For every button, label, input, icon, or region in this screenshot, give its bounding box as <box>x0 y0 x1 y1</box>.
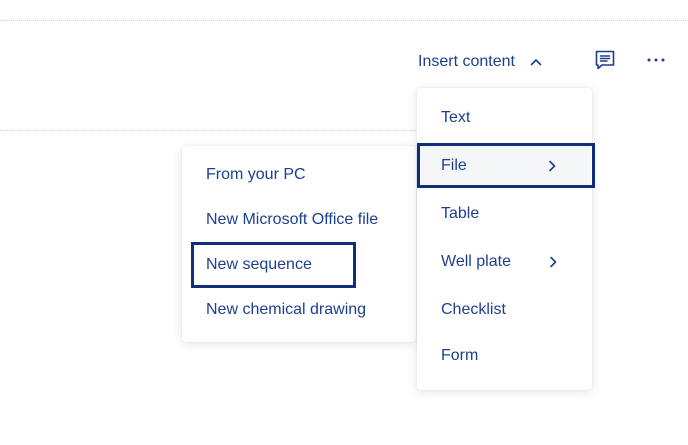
menu-item-label: Well plate <box>441 253 511 270</box>
menu-item-checklist[interactable]: Checklist <box>417 288 592 332</box>
submenu-item-new-office-file[interactable]: New Microsoft Office file <box>182 200 416 240</box>
file-submenu: From your PC New Microsoft Office file N… <box>182 146 416 342</box>
content-divider <box>0 130 418 131</box>
top-divider <box>0 20 688 21</box>
chevron-right-icon <box>546 255 560 269</box>
menu-item-text[interactable]: Text <box>417 96 592 140</box>
submenu-item-label: New chemical drawing <box>206 301 367 318</box>
submenu-item-label: New Microsoft Office file <box>206 211 379 228</box>
chevron-up-icon <box>529 55 543 69</box>
comment-icon <box>593 48 617 77</box>
chevron-right-icon <box>545 159 559 173</box>
more-options-button[interactable] <box>644 50 668 74</box>
submenu-item-label: From your PC <box>206 166 306 183</box>
insert-content-menu: Text File Table Well plate Checklist For… <box>417 88 592 390</box>
menu-item-label: Table <box>441 205 480 222</box>
submenu-item-new-chemical-drawing[interactable]: New chemical drawing <box>182 290 416 330</box>
more-options-icon <box>644 48 668 77</box>
menu-item-label: File <box>441 156 467 174</box>
insert-content-label: Insert content <box>418 53 515 70</box>
menu-item-form[interactable]: Form <box>417 334 592 378</box>
menu-item-label: Form <box>441 347 479 364</box>
submenu-item-new-sequence[interactable]: New sequence <box>182 245 416 285</box>
menu-item-label: Text <box>441 109 471 126</box>
submenu-item-from-pc[interactable]: From your PC <box>182 155 416 195</box>
comment-button[interactable] <box>593 50 617 74</box>
menu-item-file[interactable]: File <box>418 144 591 187</box>
menu-item-table[interactable]: Table <box>417 192 592 236</box>
submenu-item-label: New sequence <box>206 256 312 273</box>
menu-item-well-plate[interactable]: Well plate <box>417 240 592 284</box>
insert-content-button[interactable]: Insert content <box>418 50 543 74</box>
menu-item-label: Checklist <box>441 301 506 318</box>
